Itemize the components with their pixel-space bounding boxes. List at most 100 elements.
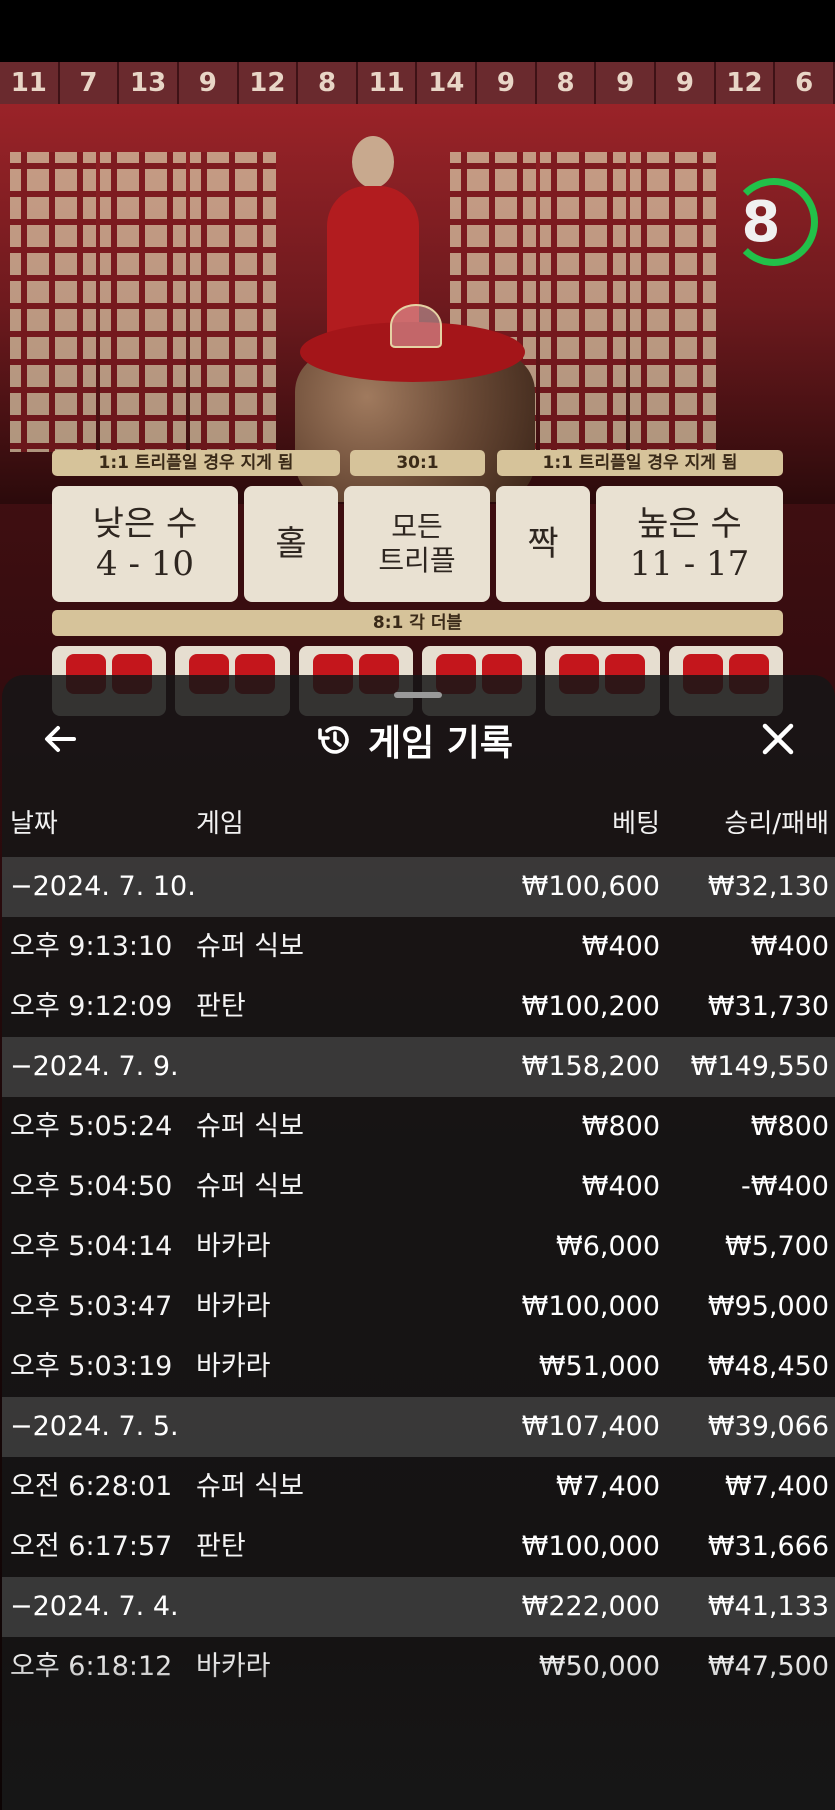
history-row[interactable]: 오전 6:28:01 슈퍼 식보 ₩7,400 ₩7,400 (2, 1457, 835, 1517)
road-result-cell: 8 (298, 62, 358, 104)
group-date: −2024. 7. 4. (10, 1591, 179, 1622)
row-game: 바카라 (196, 1231, 271, 1262)
road-result-cell: 9 (596, 62, 657, 104)
history-row[interactable]: 오후 5:03:47 바카라 ₩100,000 ₩95,000 (2, 1277, 835, 1337)
group-date: −2024. 7. 5. (10, 1411, 179, 1442)
bet-odd[interactable]: 홀 (244, 486, 338, 602)
column-date: 날짜 (10, 809, 58, 839)
column-game: 게임 (196, 809, 244, 839)
bet-odd-label: 홀 (275, 524, 307, 564)
column-headers: 날짜 게임 베팅 승리/패배 (2, 803, 835, 853)
road-result-cell: 14 (417, 62, 478, 104)
column-bet: 베팅 (612, 809, 660, 839)
payout-any-triple: 30:1 (350, 450, 485, 476)
row-bet: ₩100,200 (521, 991, 660, 1022)
road-result-cell: 6 (775, 62, 835, 104)
row-time: 오후 5:04:14 (10, 1231, 173, 1262)
row-time: 오전 6:17:57 (10, 1531, 173, 1562)
bet-any-triple-line1: 모든 (391, 510, 443, 543)
road-result-cell: 11 (357, 62, 418, 104)
row-game: 슈퍼 식보 (196, 1111, 304, 1142)
road-result-cell: 12 (715, 62, 776, 104)
group-win-total: ₩32,130 (707, 871, 829, 902)
row-win: ₩400 (750, 931, 829, 962)
row-win: ₩95,000 (707, 1291, 829, 1322)
date-group-row[interactable]: −2024. 7. 5. ₩107,400 ₩39,066 (2, 1397, 835, 1457)
row-win: -₩400 (741, 1171, 829, 1202)
row-win: ₩7,400 (725, 1471, 829, 1502)
history-row[interactable]: 오후 5:04:14 바카라 ₩6,000 ₩5,700 (2, 1217, 835, 1277)
row-win: ₩5,700 (725, 1231, 829, 1262)
bet-low-range: 4 - 10 (96, 544, 194, 584)
row-game: 판탄 (196, 991, 246, 1022)
row-bet: ₩400 (581, 931, 660, 962)
payout-double: 8:1 각 더블 (52, 610, 783, 636)
game-history-sheet: 게임 기록 날짜 게임 베팅 승리/패배 −2024. 7. 10. ₩100,… (2, 675, 835, 1810)
group-date: −2024. 7. 9. (10, 1051, 179, 1082)
date-group-row[interactable]: −2024. 7. 9. ₩158,200 ₩149,550 (2, 1037, 835, 1097)
row-win: ₩800 (750, 1111, 829, 1142)
row-bet: ₩400 (581, 1171, 660, 1202)
bet-low-label: 낮은 수 (92, 504, 198, 544)
bet-high-label: 높은 수 (637, 504, 742, 544)
row-time: 오후 5:03:47 (10, 1291, 173, 1322)
group-bet-total: ₩222,000 (521, 1591, 660, 1622)
row-time: 오후 5:05:24 (10, 1111, 173, 1142)
dice-shaker-dome (390, 304, 442, 348)
row-bet: ₩7,400 (556, 1471, 660, 1502)
group-win-total: ₩39,066 (707, 1411, 829, 1442)
sheet-title-text: 게임 기록 (368, 723, 514, 764)
date-group-row[interactable]: −2024. 7. 10. ₩100,600 ₩32,130 (2, 857, 835, 917)
group-win-total: ₩149,550 (690, 1051, 829, 1082)
group-bet-total: ₩158,200 (521, 1051, 660, 1082)
lattice-panel (100, 152, 186, 452)
history-row[interactable]: 오후 5:03:19 바카라 ₩51,000 ₩48,450 (2, 1337, 835, 1397)
row-time: 오후 9:13:10 (10, 931, 173, 962)
road-result-cell: 9 (656, 62, 716, 104)
row-time: 오후 9:12:09 (10, 991, 173, 1022)
lattice-panel (630, 152, 716, 452)
history-clock-icon (318, 726, 349, 754)
bet-any-triple[interactable]: 모든 트리플 (344, 486, 490, 602)
drag-handle[interactable] (394, 692, 442, 698)
road-result-cell: 11 (0, 62, 60, 104)
row-win: ₩47,500 (707, 1651, 829, 1682)
bet-even[interactable]: 짝 (496, 486, 590, 602)
road-result-cell: 7 (59, 62, 120, 104)
bet-high[interactable]: 높은 수 11 - 17 (596, 486, 783, 602)
row-game: 슈퍼 식보 (196, 931, 304, 962)
history-row[interactable]: 오전 6:17:57 판탄 ₩100,000 ₩31,666 (2, 1517, 835, 1577)
row-game: 슈퍼 식보 (196, 1171, 304, 1202)
bet-even-label: 짝 (527, 524, 559, 564)
row-bet: ₩100,000 (521, 1531, 660, 1562)
history-row[interactable]: 오후 9:12:09 판탄 ₩100,200 ₩31,730 (2, 977, 835, 1037)
row-game: 슈퍼 식보 (196, 1471, 304, 1502)
row-bet: ₩800 (581, 1111, 660, 1142)
row-game: 바카라 (196, 1291, 271, 1322)
bet-low[interactable]: 낮은 수 4 - 10 (52, 486, 238, 602)
group-bet-total: ₩100,600 (521, 871, 660, 902)
date-group-row[interactable]: −2024. 7. 4. ₩222,000 ₩41,133 (2, 1577, 835, 1637)
row-game: 판탄 (196, 1531, 246, 1562)
group-bet-total: ₩107,400 (521, 1411, 660, 1442)
history-row[interactable]: 오후 9:13:10 슈퍼 식보 ₩400 ₩400 (2, 917, 835, 977)
results-road: 11 7 13 9 12 8 11 14 9 8 9 9 12 6 (0, 62, 835, 104)
history-row[interactable]: 오후 6:18:12 바카라 ₩50,000 ₩47,500 (2, 1637, 835, 1697)
row-time: 오전 6:28:01 (10, 1471, 173, 1502)
back-button[interactable] (40, 719, 80, 759)
countdown-timer: 8 (730, 178, 818, 266)
timer-value: 8 (741, 189, 781, 255)
row-bet: ₩51,000 (538, 1351, 660, 1382)
row-game: 바카라 (196, 1351, 271, 1382)
group-date: −2024. 7. 10. (10, 871, 196, 902)
row-bet: ₩6,000 (556, 1231, 660, 1262)
history-row[interactable]: 오후 5:04:50 슈퍼 식보 ₩400 -₩400 (2, 1157, 835, 1217)
history-row[interactable]: 오후 5:05:24 슈퍼 식보 ₩800 ₩800 (2, 1097, 835, 1157)
row-win: ₩48,450 (707, 1351, 829, 1382)
close-button[interactable] (758, 719, 798, 759)
live-video: 8 (0, 104, 835, 504)
sheet-title: 게임 기록 (314, 715, 513, 765)
row-win: ₩31,666 (707, 1531, 829, 1562)
close-icon (762, 723, 794, 755)
history-list: −2024. 7. 10. ₩100,600 ₩32,130 오후 9:13:1… (2, 857, 835, 1697)
